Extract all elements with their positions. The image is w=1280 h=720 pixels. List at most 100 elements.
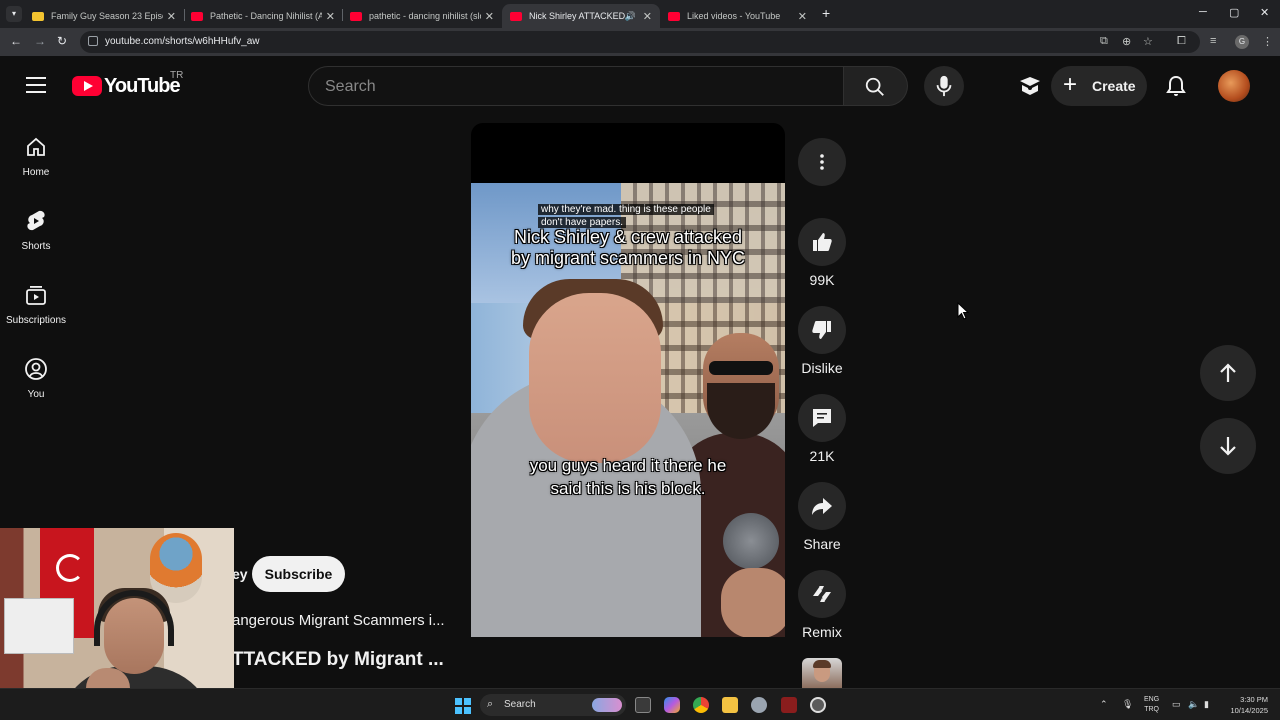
close-tab-icon[interactable]: ✕ bbox=[643, 10, 652, 23]
tab-title: Liked videos - YouTube bbox=[687, 11, 781, 21]
taskbar-search[interactable]: ⌕ Search bbox=[480, 694, 626, 716]
obs-icon[interactable] bbox=[810, 697, 826, 713]
language-indicator[interactable]: ENG TRQ bbox=[1144, 695, 1159, 715]
subtitle-line2: said this is his block. bbox=[550, 479, 706, 498]
site-info-icon[interactable] bbox=[88, 36, 98, 46]
guide-item-shorts[interactable]: Shorts bbox=[0, 209, 72, 252]
browser-tab-active[interactable]: Nick Shirley ATTACKED by M 🔊 ✕ bbox=[502, 4, 660, 28]
youtube-favicon-icon bbox=[350, 11, 362, 21]
close-tab-icon[interactable]: ✕ bbox=[326, 10, 335, 23]
video-description[interactable]: angerous Migrant Scammers i... bbox=[232, 612, 445, 629]
close-tab-icon[interactable]: ✕ bbox=[798, 10, 807, 23]
remix-icon bbox=[813, 586, 831, 602]
shorts-video-player[interactable]: why they're mad. thing is these people do… bbox=[471, 123, 785, 637]
subtitle-line1: you guys heard it there he bbox=[529, 456, 727, 475]
browser-menu-icon[interactable]: ⋮ bbox=[1262, 35, 1273, 48]
remix-button[interactable] bbox=[798, 570, 846, 618]
channel-name[interactable]: ey bbox=[232, 566, 248, 582]
url-text[interactable]: youtube.com/shorts/w6hHHufv_aw bbox=[105, 36, 260, 47]
close-tab-icon[interactable]: ✕ bbox=[167, 10, 176, 23]
media-controls-icon[interactable]: ≡ bbox=[1210, 35, 1216, 47]
like-button[interactable] bbox=[798, 218, 846, 266]
tray-mic-icon[interactable]: 🎙 bbox=[1122, 699, 1133, 710]
account-avatar[interactable] bbox=[1218, 70, 1250, 102]
ask-ai-icon[interactable] bbox=[1018, 75, 1042, 97]
search-input[interactable]: Search bbox=[308, 66, 844, 106]
dislike-button[interactable] bbox=[798, 306, 846, 354]
plus-icon: + bbox=[1063, 71, 1078, 98]
back-arrow-icon[interactable]: ← bbox=[10, 34, 22, 48]
app-icon[interactable] bbox=[781, 697, 797, 713]
reload-icon[interactable]: ↻ bbox=[57, 34, 67, 48]
folder-icon bbox=[32, 11, 44, 21]
new-tab-button[interactable]: + bbox=[822, 5, 830, 21]
guide-item-home[interactable]: Home bbox=[0, 135, 72, 178]
windows-taskbar: ⌕ Search ⌃ 🎙 ENG TRQ ▭ 🔈 ▮ 3:30 PM 10/14… bbox=[0, 688, 1280, 720]
windows-start-icon[interactable] bbox=[455, 698, 471, 714]
video-title[interactable]: TTACKED by Migrant ... bbox=[232, 649, 444, 671]
volume-icon[interactable]: 🔈 bbox=[1188, 699, 1199, 710]
settings-gear-icon[interactable] bbox=[751, 697, 767, 713]
create-button[interactable]: + Create bbox=[1051, 66, 1147, 106]
guide-item-subscriptions[interactable]: Subscriptions bbox=[0, 283, 72, 326]
network-icon[interactable]: ▭ bbox=[1172, 699, 1181, 710]
notifications-bell-icon[interactable] bbox=[1164, 74, 1188, 98]
bookmark-star-icon[interactable]: ☆ bbox=[1143, 35, 1153, 48]
cast-icon[interactable]: ⧉ bbox=[1100, 35, 1108, 48]
arrow-up-icon bbox=[1220, 363, 1236, 382]
guide-label: Home bbox=[22, 167, 50, 178]
previous-short-button[interactable] bbox=[1200, 345, 1256, 401]
search-button[interactable] bbox=[844, 66, 908, 106]
close-window-icon[interactable]: ✕ bbox=[1260, 6, 1269, 19]
microphone-prop bbox=[723, 513, 779, 569]
voice-search-button[interactable] bbox=[924, 66, 964, 106]
hamburger-menu-icon[interactable] bbox=[26, 77, 46, 93]
home-icon bbox=[27, 137, 45, 156]
profile-avatar[interactable]: G bbox=[1235, 35, 1249, 49]
browser-tab[interactable]: Pathetic - Dancing Nihilist (Aus ✕ bbox=[183, 4, 343, 28]
speaker-icon[interactable]: 🔊 bbox=[625, 11, 636, 22]
youtube-wordmark[interactable]: YouTube bbox=[104, 75, 181, 98]
browser-tab[interactable]: Liked videos - YouTube ✕ bbox=[660, 4, 815, 28]
address-bar[interactable]: youtube.com/shorts/w6hHHufv_aw ⧉ ⊕ ☆ bbox=[80, 31, 1200, 53]
share-button[interactable] bbox=[798, 482, 846, 530]
file-explorer-icon[interactable] bbox=[722, 697, 738, 713]
channel-thumbnail[interactable] bbox=[802, 658, 842, 688]
youtube-favicon-icon bbox=[510, 11, 522, 21]
thumbs-down-icon bbox=[812, 321, 831, 339]
forward-arrow-icon[interactable]: → bbox=[34, 34, 46, 48]
battery-icon[interactable]: ▮ bbox=[1204, 699, 1209, 710]
clock[interactable]: 3:30 PM 10/14/2025 bbox=[1224, 694, 1268, 716]
youtube-logo-icon[interactable] bbox=[72, 76, 102, 96]
next-short-button[interactable] bbox=[1200, 418, 1256, 474]
tray-overflow-icon[interactable]: ⌃ bbox=[1100, 699, 1108, 710]
search-icon: ⌕ bbox=[487, 698, 494, 710]
guide-item-you[interactable]: You bbox=[0, 357, 72, 400]
country-code: TR bbox=[170, 70, 184, 81]
copilot-icon[interactable] bbox=[664, 697, 680, 713]
video-title-caption-line1: Nick Shirley & crew attacked bbox=[513, 227, 743, 247]
youtube-favicon-icon bbox=[191, 11, 203, 21]
maximize-icon[interactable]: ▢ bbox=[1229, 6, 1239, 19]
subscribe-button[interactable]: Subscribe bbox=[252, 556, 345, 592]
browser-tab[interactable]: pathetic - dancing nihilist (slow ✕ bbox=[342, 4, 502, 28]
more-actions-button[interactable] bbox=[798, 138, 846, 186]
video-frame: why they're mad. thing is these people do… bbox=[471, 183, 785, 637]
browser-tab-strip: ▾ Family Guy Season 23 Episode ✕ Patheti… bbox=[0, 0, 1280, 28]
create-label: Create bbox=[1092, 78, 1136, 94]
extensions-icon[interactable]: ⧠ bbox=[1177, 35, 1186, 48]
search-icon bbox=[865, 77, 884, 96]
tab-title: pathetic - dancing nihilist (slow bbox=[369, 11, 481, 21]
arrow-down-icon bbox=[1220, 437, 1236, 456]
like-count: 99K bbox=[809, 272, 835, 288]
chrome-icon[interactable] bbox=[693, 697, 709, 713]
tab-title: Pathetic - Dancing Nihilist (Aus bbox=[210, 11, 322, 21]
minimize-icon[interactable]: ─ bbox=[1199, 6, 1207, 18]
task-view-icon[interactable] bbox=[635, 697, 651, 713]
guide-label: You bbox=[27, 389, 45, 400]
comments-button[interactable] bbox=[798, 394, 846, 442]
browser-tab[interactable]: Family Guy Season 23 Episode ✕ bbox=[24, 4, 184, 28]
close-tab-icon[interactable]: ✕ bbox=[485, 10, 494, 23]
zoom-icon[interactable]: ⊕ bbox=[1122, 35, 1131, 48]
tab-search-button[interactable]: ▾ bbox=[6, 6, 22, 22]
